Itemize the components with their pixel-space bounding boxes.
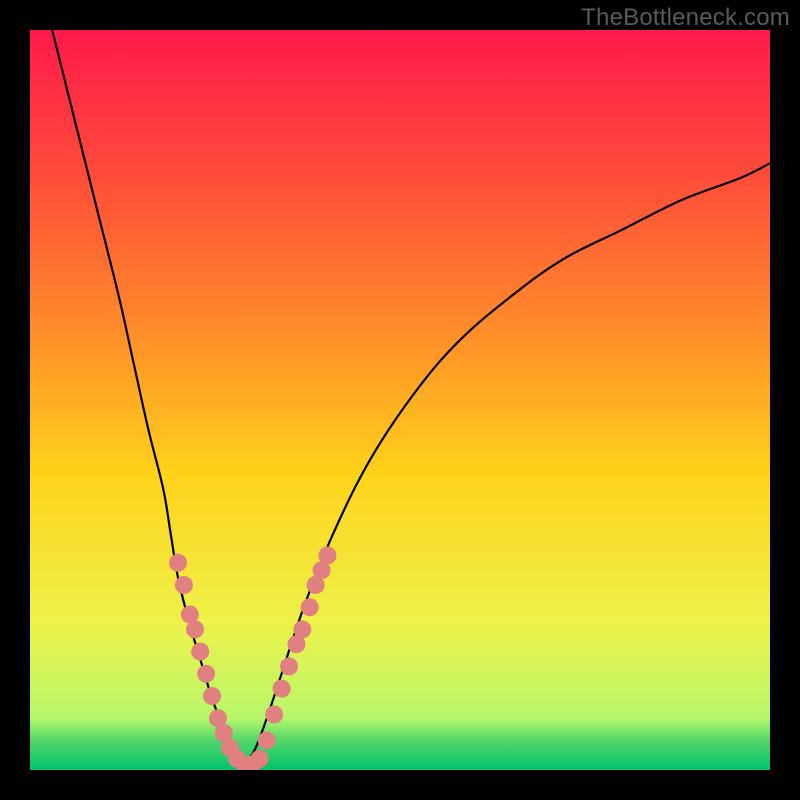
outer-frame: TheBottleneck.com xyxy=(0,0,800,800)
watermark-text: TheBottleneck.com xyxy=(581,4,790,32)
marker-dot xyxy=(293,620,311,638)
marker-dot xyxy=(265,706,283,724)
marker-dot xyxy=(318,546,336,564)
marker-dot xyxy=(186,620,204,638)
marker-dot xyxy=(175,576,193,594)
marker-dot xyxy=(191,643,209,661)
chart-svg xyxy=(30,30,770,770)
marker-dot xyxy=(203,687,221,705)
marker-dot xyxy=(258,731,276,749)
marker-dot xyxy=(250,750,268,768)
marker-dot xyxy=(169,554,187,572)
marker-dot xyxy=(280,657,298,675)
marker-dot xyxy=(197,665,215,683)
chart-plot-area xyxy=(30,30,770,770)
marker-dot xyxy=(273,680,291,698)
marker-dot xyxy=(301,598,319,616)
